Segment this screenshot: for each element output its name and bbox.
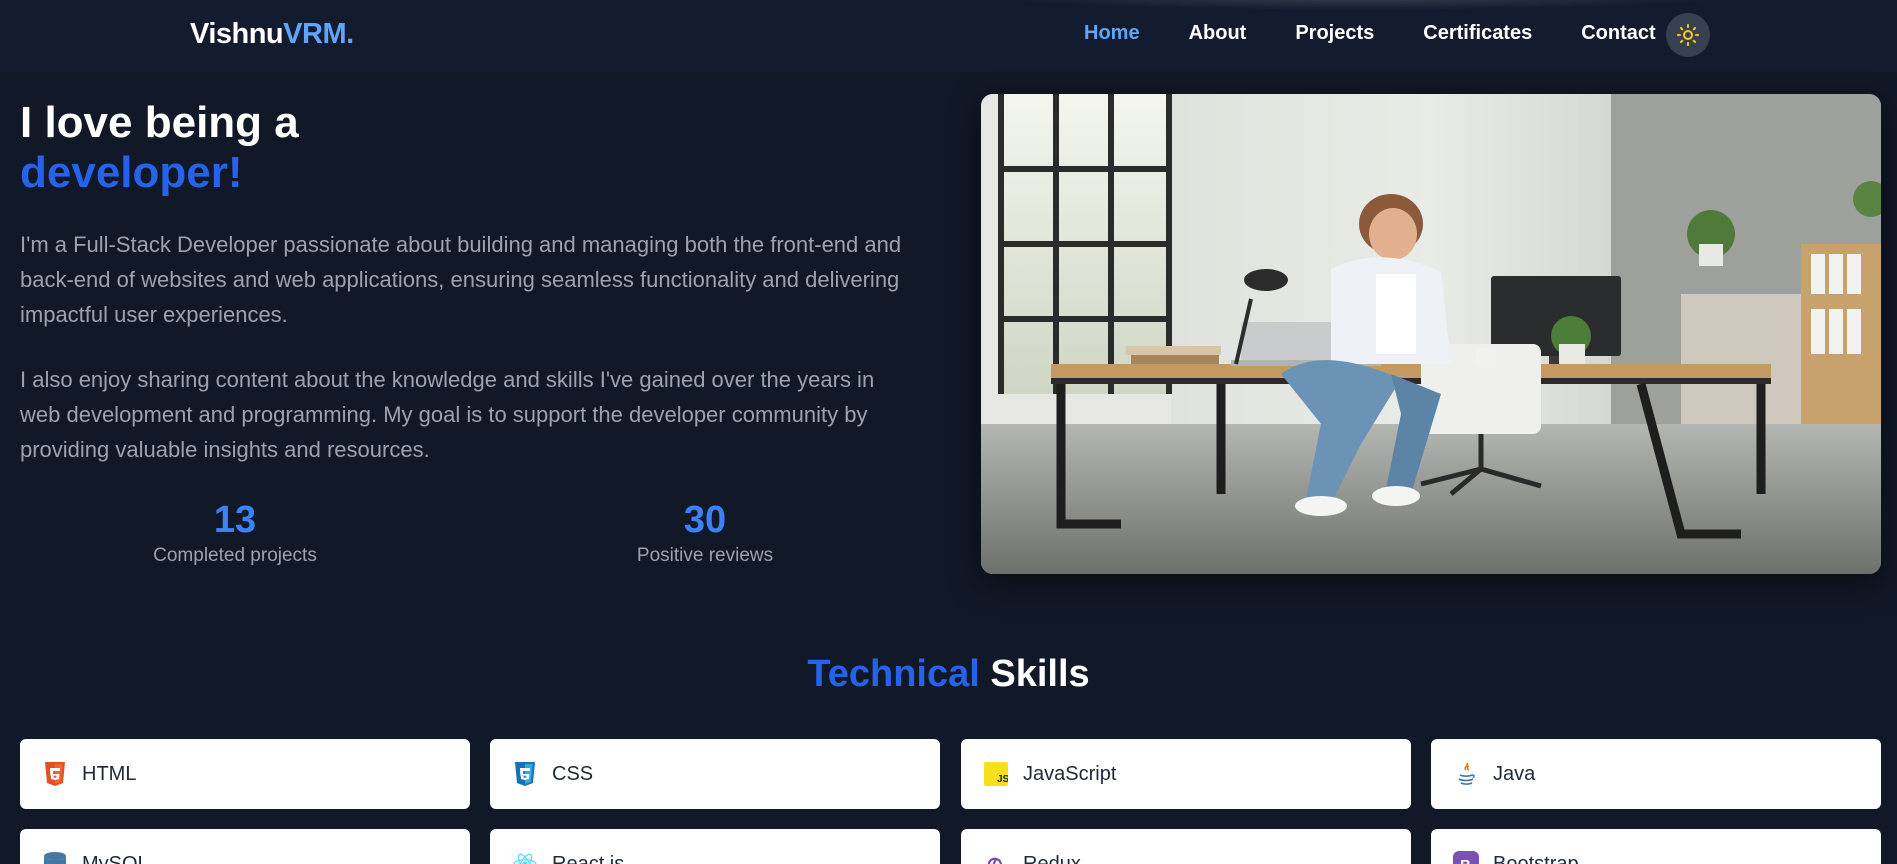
nav-link-contact[interactable]: Contact	[1581, 22, 1655, 45]
stat-positive-reviews: 30 Positive reviews	[575, 497, 835, 567]
hero-title: I love being a developer!	[20, 98, 299, 198]
nav-link-certificates[interactable]: Certificates	[1423, 22, 1532, 45]
skill-card-html[interactable]: HTML	[20, 739, 470, 809]
hero-paragraph-intro: I'm a Full-Stack Developer passionate ab…	[20, 232, 902, 327]
logo[interactable]: VishnuVRM.	[190, 18, 354, 51]
hero-image	[981, 94, 1881, 574]
hero-paragraph-sharing: I also enjoy sharing content about the k…	[20, 367, 875, 462]
hero-title-line2: developer!	[20, 148, 243, 197]
stat-completed-projects: 13 Completed projects	[105, 497, 365, 567]
skill-name: JavaScript	[1023, 762, 1117, 785]
bootstrap-icon: B	[1453, 851, 1479, 864]
javascript-icon: JS	[983, 761, 1009, 787]
nav-link-projects[interactable]: Projects	[1295, 22, 1374, 45]
logo-main: Vishnu	[190, 18, 284, 50]
css3-icon	[512, 761, 538, 787]
skill-name: CSS	[552, 762, 594, 785]
nav-link-home[interactable]: Home	[1084, 22, 1140, 45]
nav-link-about[interactable]: About	[1189, 22, 1247, 45]
stat-label: Positive reviews	[636, 545, 774, 566]
nav-links: Home About Projects Certificates Contact	[1084, 22, 1705, 45]
skill-card-bootstrap[interactable]: B Bootstrap	[1431, 829, 1881, 864]
sun-icon	[1677, 24, 1699, 46]
stat-value: 30	[683, 499, 727, 541]
hero-title-line1: I love being a	[20, 98, 299, 147]
stat-value: 13	[213, 499, 257, 541]
skill-name: MySQL	[82, 852, 149, 864]
html5-icon	[42, 761, 68, 787]
skill-card-react[interactable]: React.js	[490, 829, 940, 864]
navbar: VishnuVRM. Home About Projects Certifica…	[0, 0, 1897, 72]
skill-card-redux[interactable]: Redux	[961, 829, 1411, 864]
database-icon	[42, 851, 68, 864]
redux-icon	[983, 851, 1009, 864]
skill-card-java[interactable]: Java	[1431, 739, 1881, 809]
svg-text:B: B	[1460, 857, 1471, 864]
java-icon	[1453, 761, 1479, 787]
skill-name: Redux	[1023, 852, 1081, 864]
svg-text:JS: JS	[997, 774, 1008, 785]
skills-title: Technical Skills	[0, 653, 1897, 696]
stat-label: Completed projects	[153, 545, 317, 566]
logo-accent: VRM.	[283, 18, 354, 50]
skills-title-accent: Technical	[807, 653, 980, 695]
react-icon	[512, 851, 538, 864]
skill-name: HTML	[82, 762, 137, 785]
skill-name: React.js	[552, 852, 625, 864]
skill-name: Bootstrap	[1493, 852, 1579, 864]
skill-card-mysql[interactable]: MySQL	[20, 829, 470, 864]
skill-card-javascript[interactable]: JS JavaScript	[961, 739, 1411, 809]
skills-title-rest: Skills	[990, 653, 1090, 695]
skill-card-css[interactable]: CSS	[490, 739, 940, 809]
nav-glow-decoration	[980, 0, 1740, 10]
theme-toggle-button[interactable]	[1666, 13, 1710, 57]
skill-name: Java	[1493, 762, 1536, 785]
